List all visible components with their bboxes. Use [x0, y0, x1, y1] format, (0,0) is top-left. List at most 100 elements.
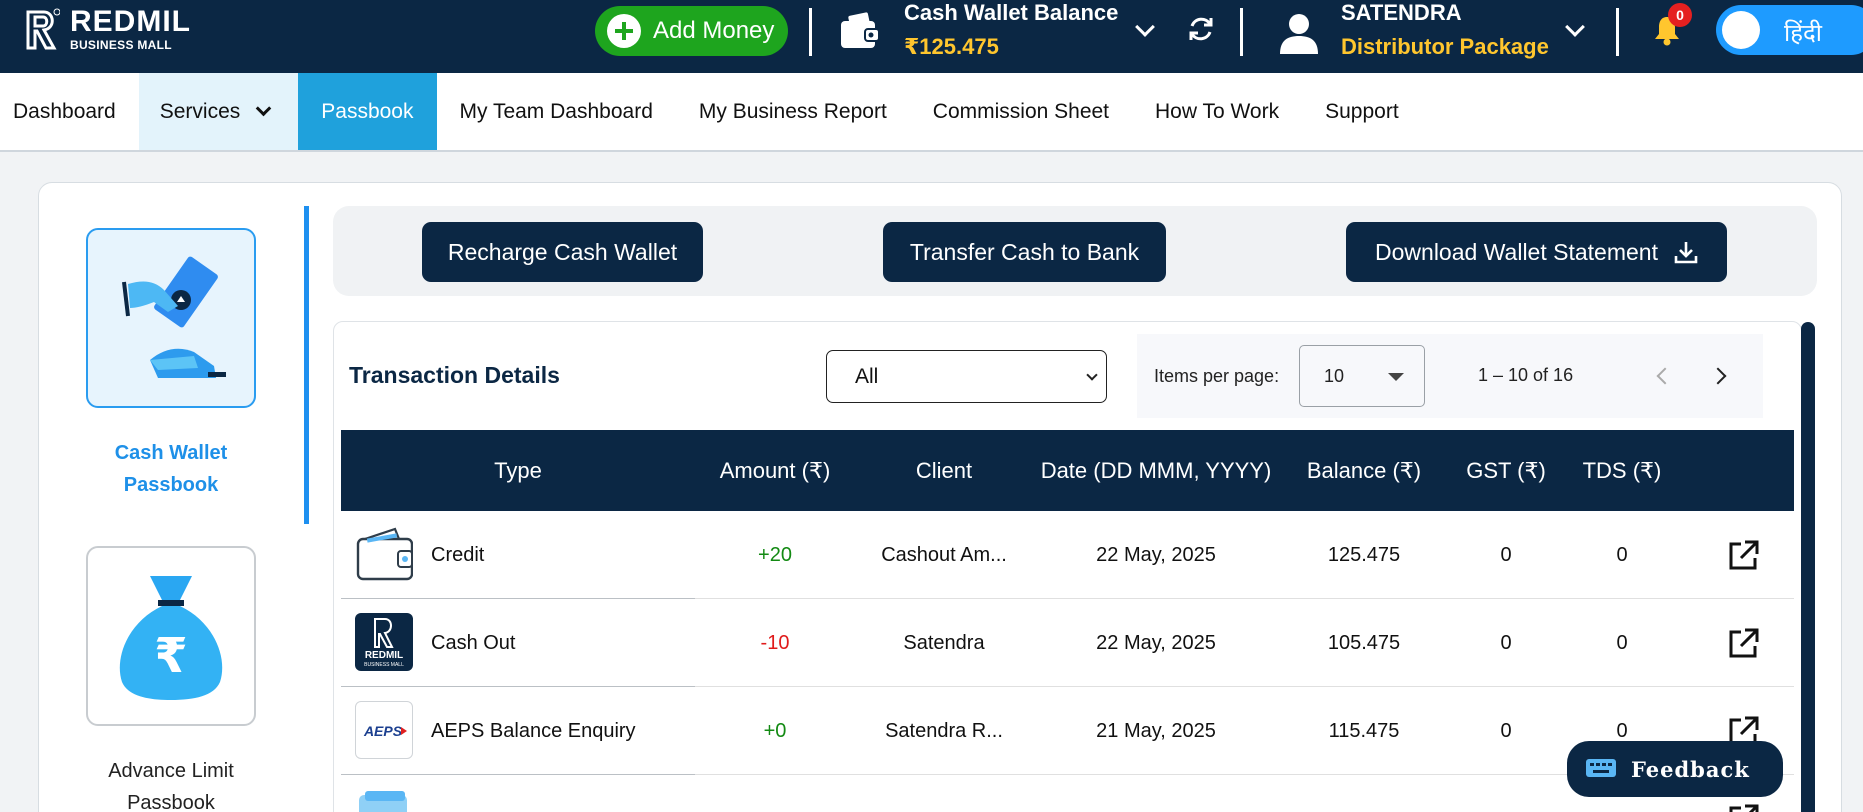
cell-type: Cash Out	[431, 631, 516, 654]
add-money-button[interactable]: Add Money	[595, 6, 788, 56]
nav-support[interactable]: Support	[1302, 73, 1422, 150]
toggle-knob	[1722, 11, 1760, 49]
tile-label-line: Cash Wallet	[114, 442, 228, 464]
cell-tds: 0	[1616, 631, 1628, 654]
chevron-right-icon	[1709, 367, 1727, 385]
aeps-logo-icon: AEPS	[355, 701, 413, 759]
open-external-icon[interactable]	[1727, 626, 1761, 660]
items-per-page-value: 10	[1324, 366, 1345, 386]
active-section-indicator	[304, 206, 309, 524]
caret-down-icon	[1388, 373, 1404, 381]
nav-commission-sheet[interactable]: Commission Sheet	[910, 73, 1132, 150]
user-name: SATENDRA	[1341, 0, 1462, 25]
cell-type: AEPS Balance Enquiry	[431, 719, 636, 742]
wallet-dropdown-chevron-icon[interactable]	[1135, 17, 1155, 37]
transaction-type-filter[interactable]: All	[826, 350, 1107, 403]
cash-hand-icon	[122, 256, 226, 378]
keyboard-icon	[1586, 759, 1616, 777]
download-wallet-statement-label: Download Wallet Statement	[1375, 238, 1658, 265]
user-info: SATENDRA Distributor Package	[1341, 0, 1549, 60]
money-bag-icon: ₹	[119, 576, 223, 700]
brand-logo[interactable]: REDMIL BUSINESS MALL	[24, 6, 191, 52]
download-wallet-statement-button[interactable]: Download Wallet Statement	[1346, 222, 1727, 282]
divider	[1616, 8, 1619, 56]
top-bar: REDMIL BUSINESS MALL Add Money Cash Wall…	[0, 0, 1863, 73]
user-avatar-icon	[1280, 14, 1318, 54]
cell-tds: 0	[1616, 543, 1628, 566]
filter-selected-value: All	[855, 364, 879, 388]
main-nav: Dashboard Services Passbook My Team Dash…	[0, 73, 1863, 152]
column-header-balance[interactable]: Balance (₹)	[1279, 430, 1449, 511]
logo-r-icon	[26, 8, 60, 50]
column-header-amount[interactable]: Amount (₹)	[695, 430, 855, 511]
scrollbar-thumb[interactable]	[1801, 322, 1815, 812]
column-header-date[interactable]: Date (DD MMM, YYYY)	[1041, 430, 1272, 511]
cell-type: Credit	[431, 543, 485, 566]
cell-client: Cashout Am...	[881, 543, 1007, 566]
nav-services-label: Services	[159, 99, 241, 123]
divider	[1240, 8, 1243, 56]
column-header-tds[interactable]: TDS (₹)	[1567, 430, 1677, 511]
advance-limit-passbook-tile[interactable]: ₹	[86, 546, 256, 726]
items-per-page-select[interactable]: 10	[1299, 345, 1425, 407]
recharge-cash-wallet-button[interactable]: Recharge Cash Wallet	[422, 222, 703, 282]
nav-my-team-dashboard[interactable]: My Team Dashboard	[437, 73, 676, 150]
divider	[809, 8, 812, 56]
cell-amount: +0	[763, 719, 787, 742]
svg-text:₹: ₹	[154, 628, 187, 684]
chevron-down-icon	[1086, 369, 1098, 381]
next-page-button[interactable]	[1709, 362, 1733, 390]
wallet-icon	[841, 12, 880, 48]
items-per-page-label: Items per page:	[1154, 366, 1280, 386]
chevron-down-icon	[255, 100, 272, 117]
column-header-type[interactable]: Type	[341, 430, 695, 511]
table-row: REDMIL BUSINESS MALL Cash Out -10 Satend…	[341, 599, 1794, 687]
user-dropdown-chevron-icon[interactable]	[1565, 17, 1585, 37]
open-external-icon[interactable]	[1727, 802, 1761, 812]
cell-balance: 125.475	[1327, 543, 1401, 566]
language-toggle[interactable]: हिंदी	[1716, 5, 1863, 55]
user-package: Distributor Package	[1341, 34, 1549, 59]
table-header: Type Amount (₹) Client Date (DD MMM, YYY…	[341, 430, 1794, 511]
tile-label-line: Advance Limit	[108, 760, 234, 782]
cell-client: Satendra R...	[885, 719, 1003, 742]
cell-gst: 0	[1500, 631, 1512, 654]
feedback-label: Feedback	[1631, 756, 1750, 782]
advance-limit-passbook-label[interactable]: Advance Limit Passbook	[86, 755, 256, 812]
cash-wallet-passbook-tile[interactable]	[86, 228, 256, 408]
nav-services[interactable]: Services	[138, 73, 299, 150]
wallet-balance: Cash Wallet Balance ₹125.475	[904, 0, 1118, 60]
tile-label-line: Passbook	[127, 792, 215, 812]
wallet-card-icon	[355, 525, 413, 583]
cell-date: 21 May, 2025	[1096, 719, 1216, 742]
redmil-logo-icon: REDMIL BUSINESS MALL	[355, 613, 413, 671]
refresh-icon[interactable]	[1186, 14, 1216, 44]
notification-count-badge: 0	[1668, 3, 1692, 27]
cash-wallet-passbook-label[interactable]: Cash Wallet Passbook	[86, 437, 256, 501]
nav-my-business-report[interactable]: My Business Report	[676, 73, 910, 150]
nav-passbook[interactable]: Passbook	[298, 73, 437, 150]
wallet-balance-amount: ₹125.475	[904, 34, 999, 59]
transfer-cash-to-bank-button[interactable]: Transfer Cash to Bank	[883, 222, 1166, 282]
brand-subtitle: BUSINESS MALL	[70, 38, 172, 52]
tile-label-line: Passbook	[123, 474, 219, 496]
cell-date: 22 May, 2025	[1096, 543, 1216, 566]
redmil-icon-subtext: BUSINESS MALL	[364, 662, 404, 668]
redmil-icon-text: REDMIL	[365, 650, 403, 661]
cell-amount: +20	[758, 543, 792, 566]
brand-name: REDMIL	[70, 5, 191, 38]
nav-dashboard[interactable]: Dashboard	[0, 73, 139, 150]
transaction-details-title: Transaction Details	[349, 362, 560, 388]
cell-date: 22 May, 2025	[1096, 631, 1216, 654]
feedback-button[interactable]: Feedback	[1567, 741, 1783, 797]
table-row: Credit +20 Cashout Am... 22 May, 2025 12…	[341, 511, 1794, 599]
nav-how-to-work[interactable]: How To Work	[1132, 73, 1302, 150]
cell-gst: 0	[1500, 543, 1512, 566]
cell-client: Satendra	[903, 631, 985, 654]
column-header-client[interactable]: Client	[859, 430, 1029, 511]
open-external-icon[interactable]	[1727, 538, 1761, 572]
column-header-gst[interactable]: GST (₹)	[1451, 430, 1561, 511]
previous-page-button[interactable]	[1651, 362, 1675, 390]
cell-balance: 105.475	[1327, 631, 1401, 654]
download-icon	[1674, 242, 1698, 264]
